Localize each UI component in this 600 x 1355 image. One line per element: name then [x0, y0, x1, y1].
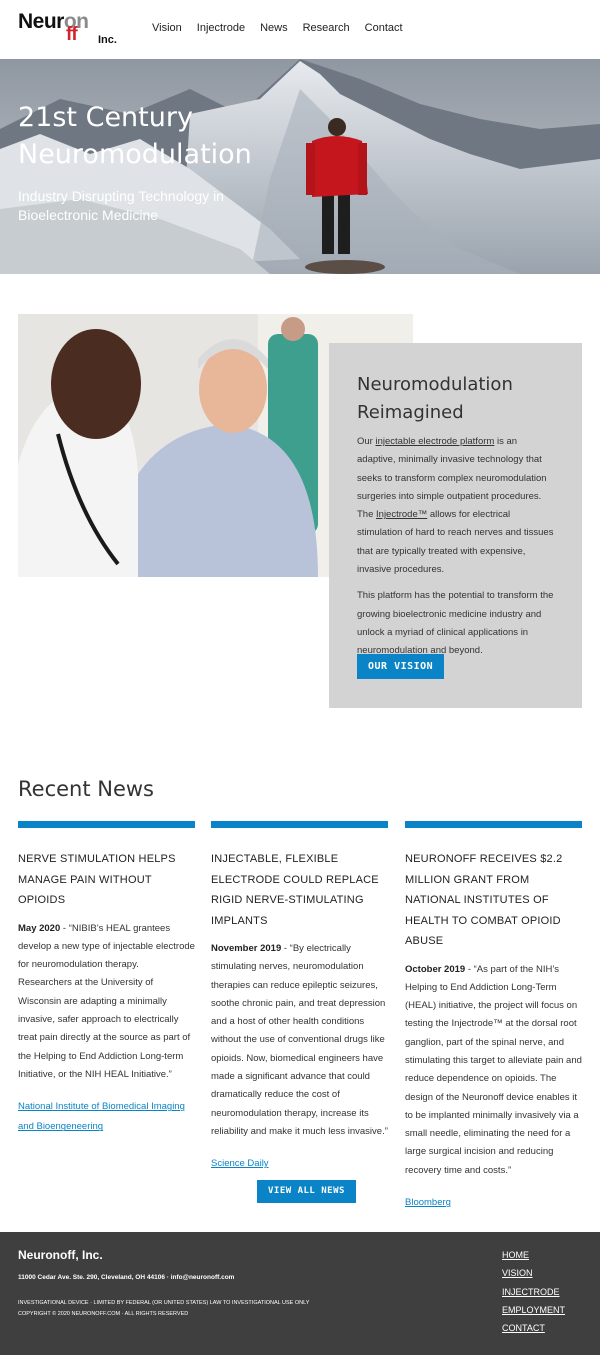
news-headline[interactable]: INJECTABLE, FLEXIBLE ELECTRODE COULD REP… [211, 849, 388, 931]
news-body: November 2019 - “By electrically stimula… [211, 943, 388, 1137]
vision-heading: Neuromodulation Reimagined [357, 374, 513, 423]
injectable-electrode-link[interactable]: injectable electrode platform [375, 436, 494, 447]
news-source-link[interactable]: Bloomberg [405, 1197, 451, 1208]
neuronoff-logo[interactable]: Neuron ff Inc. [18, 10, 118, 50]
recent-news-title: Recent News [18, 777, 154, 801]
footer-nav: HOME VISION INJECTRODE EMPLOYMENT CONTAC… [502, 1246, 565, 1337]
nav-injectrode[interactable]: Injectrode [197, 22, 245, 34]
footer-company-name: Neuronoff, Inc. [18, 1248, 103, 1262]
nav-research[interactable]: Research [303, 22, 350, 34]
footer-link-employment[interactable]: EMPLOYMENT [502, 1301, 565, 1319]
news-body: October 2019 - “As part of the NIH’s Hel… [405, 963, 582, 1176]
news-source-link[interactable]: National Institute of Biomedical Imaging… [18, 1101, 185, 1132]
nav-news[interactable]: News [260, 22, 288, 34]
news-accent-bar [211, 821, 388, 828]
footer-address: 11000 Cedar Ave. Ste. 290, Cleveland, OH… [18, 1274, 235, 1281]
news-source-link[interactable]: Science Daily [211, 1158, 269, 1169]
vision-card: Neuromodulation Reimagined Our injectabl… [329, 343, 582, 708]
nav-contact[interactable]: Contact [365, 22, 403, 34]
footer-link-contact[interactable]: CONTACT [502, 1319, 565, 1337]
news-accent-bar [18, 821, 195, 828]
news-headline[interactable]: NERVE STIMULATION HELPS MANAGE PAIN WITH… [18, 849, 195, 911]
footer-legal: INVESTIGATIONAL DEVICE · LIMITED BY FEDE… [18, 1300, 310, 1317]
main-nav: Vision Injectrode News Research Contact [152, 22, 418, 34]
news-item: INJECTABLE, FLEXIBLE ELECTRODE COULD REP… [211, 821, 388, 1174]
footer-link-vision[interactable]: VISION [502, 1264, 565, 1282]
news-item: NEURONOFF RECEIVES $2.2 MILLION GRANT FR… [405, 821, 582, 1212]
hero-subtitle: Industry Disrupting Technology in Bioele… [18, 188, 224, 223]
news-headline[interactable]: NEURONOFF RECEIVES $2.2 MILLION GRANT FR… [405, 849, 582, 952]
site-footer: Neuronoff, Inc. 11000 Cedar Ave. Ste. 29… [0, 1232, 600, 1355]
news-body: May 2020 - “NIBIB’s HEAL grantees develo… [18, 922, 195, 1080]
news-accent-bar [405, 821, 582, 828]
news-item: NERVE STIMULATION HELPS MANAGE PAIN WITH… [18, 821, 195, 1137]
hero-banner: 21st Century Neuromodulation Industry Di… [0, 59, 600, 274]
vision-paragraph-2: This platform has the potential to trans… [357, 590, 554, 657]
footer-link-injectrode[interactable]: INJECTRODE [502, 1283, 565, 1301]
nav-vision[interactable]: Vision [152, 22, 182, 34]
vision-paragraph-1: Our injectable electrode platform is an … [357, 436, 554, 576]
view-all-news-button[interactable]: VIEW ALL NEWS [257, 1180, 356, 1203]
injectrode-link[interactable]: Injectrode™ [376, 509, 427, 520]
footer-link-home[interactable]: HOME [502, 1246, 565, 1264]
our-vision-button[interactable]: OUR VISION [357, 654, 445, 679]
site-header: Neuron ff Inc. Vision Injectrode News Re… [0, 0, 600, 59]
hero-title: 21st Century Neuromodulation [18, 102, 252, 170]
